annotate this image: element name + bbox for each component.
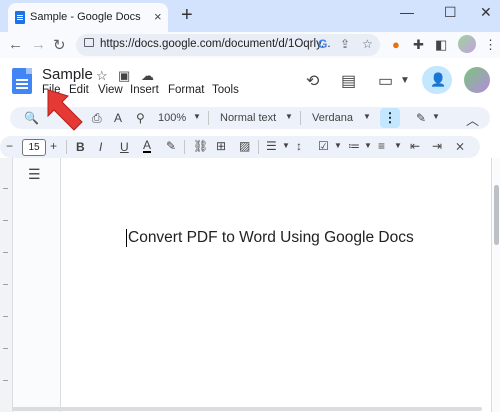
bullet-dropdown-icon[interactable]: ▼ [364, 141, 372, 150]
menu-tools[interactable]: Tools [212, 84, 239, 96]
editing-mode-dropdown-icon[interactable]: ▼ [432, 112, 440, 121]
maximize-button[interactable]: ☐ [444, 4, 457, 21]
back-arrow-icon[interactable]: ← [8, 36, 23, 53]
horizontal-scrollbar[interactable] [12, 407, 482, 411]
tab-close-icon[interactable]: × [154, 9, 162, 24]
font-family-select[interactable]: Verdana [312, 112, 353, 124]
menu-format[interactable]: Format [168, 84, 204, 96]
meet-dropdown-icon[interactable]: ▼ [400, 75, 410, 86]
move-folder-icon[interactable]: ▣ [118, 68, 130, 84]
paragraph-style-select[interactable]: Normal text [220, 112, 276, 124]
docs-favicon-icon [15, 11, 25, 24]
star-icon[interactable]: ☆ [96, 68, 108, 84]
divider [208, 111, 209, 125]
ruler-tick [3, 220, 8, 221]
font-dropdown-icon[interactable]: ▼ [363, 112, 371, 121]
menu-view[interactable]: View [98, 84, 123, 96]
divider [66, 140, 67, 154]
extensions-puzzle-icon[interactable]: ✚ [413, 37, 424, 53]
bookmark-star-icon[interactable]: ☆ [362, 37, 373, 51]
add-person-icon: 👤 [430, 72, 447, 87]
document-title[interactable]: Sample [42, 66, 93, 83]
paint-format-icon[interactable]: ⚲ [136, 111, 145, 125]
style-dropdown-icon[interactable]: ▼ [285, 112, 293, 121]
docs-logo-icon[interactable] [12, 68, 32, 94]
clear-formatting-icon[interactable]: ⨯ [455, 139, 465, 153]
increase-indent-icon[interactable]: ⇥ [432, 139, 442, 153]
tab-title: Sample - Google Docs [30, 11, 141, 23]
document-body-text[interactable]: Convert PDF to Word Using Google Docs [128, 229, 414, 247]
cloud-saved-icon[interactable]: ☁ [141, 68, 154, 84]
browser-tab[interactable]: Sample - Google Docs × [8, 3, 168, 32]
decrease-font-size-icon[interactable]: − [6, 139, 13, 153]
ruler-tick [3, 188, 8, 189]
divider [258, 140, 259, 154]
print-icon[interactable]: ⎙ [92, 111, 102, 126]
vertical-scrollbar[interactable] [494, 185, 499, 245]
checklist-icon[interactable]: ☑ [318, 139, 329, 153]
numbered-list-icon[interactable]: ≡ [378, 139, 385, 153]
italic-icon[interactable]: I [99, 140, 102, 154]
minimize-button[interactable]: — [400, 4, 414, 20]
text-cursor [126, 229, 127, 247]
document-page[interactable] [60, 158, 492, 412]
reload-icon[interactable]: ↻ [53, 36, 66, 54]
ruler-tick [3, 380, 8, 381]
document-outline-icon[interactable]: ☰ [28, 166, 41, 183]
bold-icon[interactable]: B [76, 140, 85, 154]
red-pointer-arrow-icon [47, 89, 83, 131]
new-tab-button[interactable]: + [181, 4, 193, 27]
divider [184, 140, 185, 154]
checklist-dropdown-icon[interactable]: ▼ [334, 141, 342, 150]
menu-insert[interactable]: Insert [130, 84, 159, 96]
user-avatar[interactable] [464, 67, 490, 93]
ruler-tick [3, 316, 8, 317]
decrease-indent-icon[interactable]: ⇤ [410, 139, 420, 153]
insert-link-icon[interactable]: ⛓ [193, 139, 208, 153]
add-comment-icon[interactable]: ⊞ [216, 139, 226, 153]
zoom-select[interactable]: 100% [158, 112, 186, 124]
lock-icon[interactable] [84, 38, 94, 47]
comments-icon[interactable]: ▤ [341, 71, 356, 91]
align-dropdown-icon[interactable]: ▼ [282, 141, 290, 150]
underline-icon[interactable]: U [120, 140, 129, 154]
google-lens-icon[interactable]: G [318, 37, 327, 51]
search-menus-icon[interactable]: 🔍 [24, 111, 39, 125]
ruler-tick [3, 252, 8, 253]
editing-mode-pencil-icon[interactable]: ✎ [416, 111, 426, 125]
ruler-tick [3, 348, 8, 349]
bulleted-list-icon[interactable]: ≔ [348, 139, 360, 153]
spellcheck-icon[interactable]: A [114, 111, 122, 125]
line-spacing-icon[interactable]: ↕ [296, 139, 302, 153]
browser-menu-icon[interactable]: ⋮ [484, 37, 497, 53]
share-page-icon[interactable]: ⇪ [340, 37, 350, 51]
ruler-tick [3, 284, 8, 285]
browser-profile-avatar[interactable] [458, 35, 476, 53]
extension-icon[interactable]: ● [392, 37, 400, 52]
divider [300, 111, 301, 125]
version-history-icon[interactable]: ⟲ [306, 71, 319, 91]
forward-arrow-icon[interactable]: → [31, 36, 46, 53]
url-text[interactable]: https://docs.google.com/document/d/1Oqrl… [100, 38, 331, 50]
align-icon[interactable]: ☰ [266, 139, 277, 153]
vertical-ruler[interactable] [0, 158, 13, 412]
more-options-icon[interactable]: ⋮ [380, 108, 400, 128]
hide-menus-chevron-icon[interactable]: ︿ [466, 110, 479, 129]
meet-video-icon[interactable]: ▭ [378, 71, 393, 91]
insert-image-icon[interactable]: ▨ [239, 139, 250, 153]
numbered-dropdown-icon[interactable]: ▼ [394, 141, 402, 150]
font-size-input[interactable]: 15 [22, 139, 46, 156]
side-panel-icon[interactable]: ◧ [435, 37, 447, 53]
increase-font-size-icon[interactable]: + [50, 139, 57, 153]
highlight-pen-icon[interactable]: ✎ [166, 139, 176, 153]
zoom-dropdown-icon[interactable]: ▼ [193, 112, 201, 121]
text-color-icon[interactable]: A [143, 139, 152, 153]
close-window-button[interactable]: ✕ [480, 4, 492, 21]
